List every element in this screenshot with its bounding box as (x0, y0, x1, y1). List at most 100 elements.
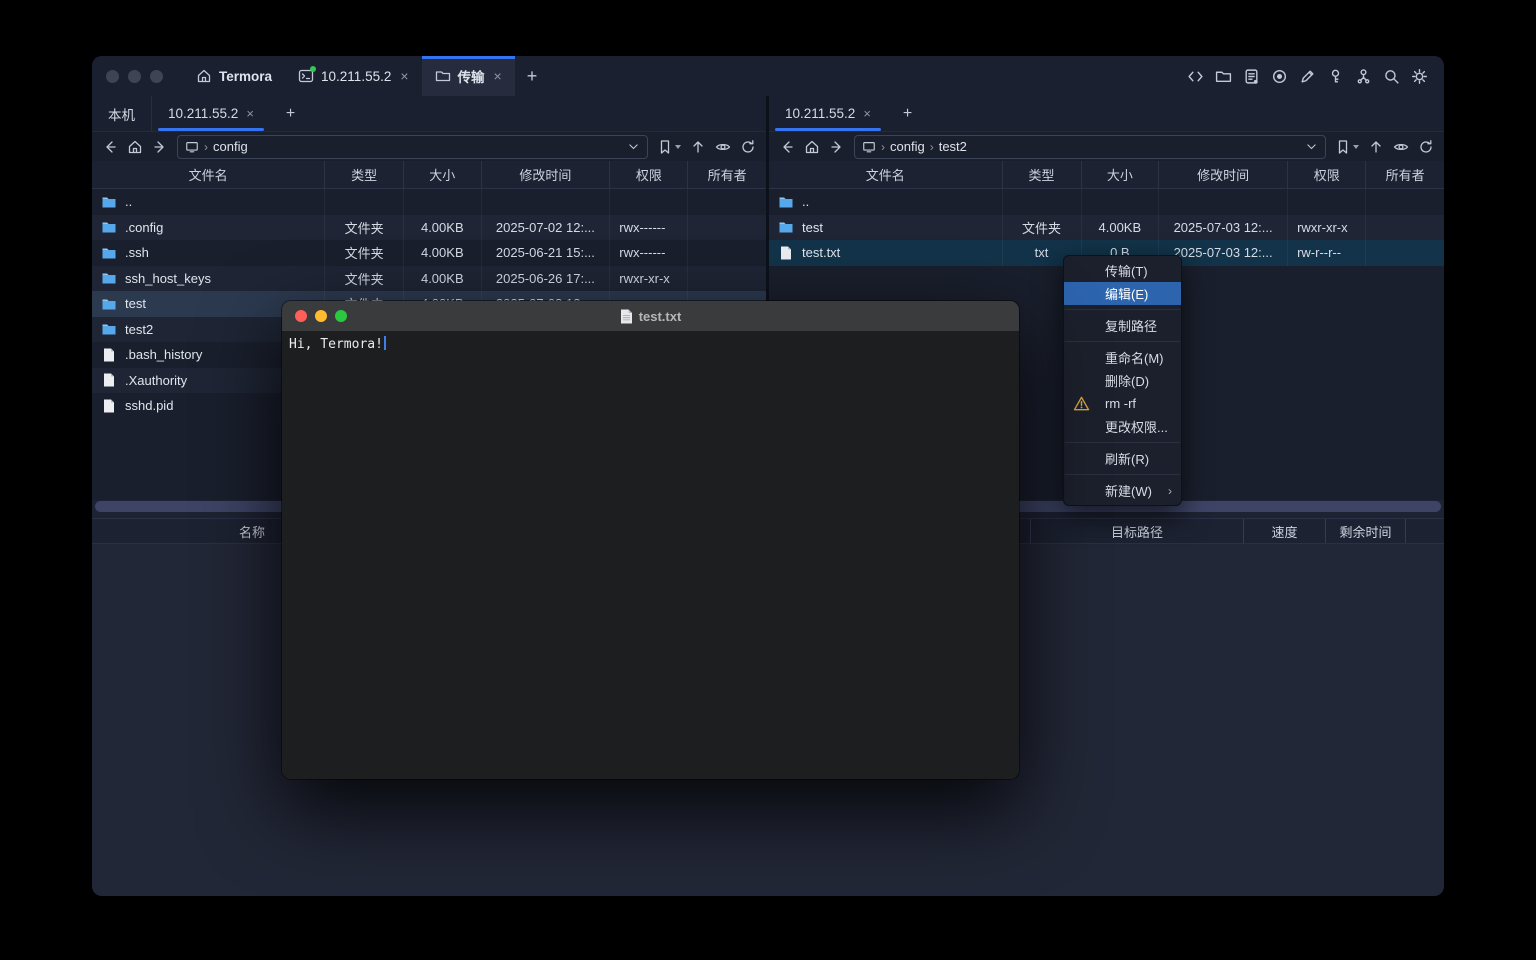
document-icon (620, 309, 633, 324)
key-icon[interactable] (1327, 68, 1344, 85)
home-icon[interactable] (804, 139, 820, 155)
column-header[interactable]: 文件名 (92, 161, 325, 188)
bookmark-control[interactable] (1335, 139, 1359, 155)
context-menu: 传输(T) 编辑(E) 复制路径 重命名(M) 删除(D) rm -rf 更改权… (1063, 255, 1182, 506)
new-tab-button[interactable]: + (515, 66, 550, 87)
left-path-combobox[interactable]: › config (177, 135, 648, 159)
column-header[interactable]: 修改时间 (482, 161, 611, 188)
folder-icon (778, 194, 794, 210)
editor-titlebar[interactable]: test.txt (282, 301, 1019, 331)
tab-ssh-session[interactable]: 10.211.55.2 × (285, 56, 422, 96)
file-row[interactable]: .config 文件夹4.00KB2025-07-02 12:...rwx---… (92, 215, 766, 241)
pencil-icon[interactable] (1299, 68, 1316, 85)
ssh-tab-label: 10.211.55.2 (321, 69, 391, 84)
connected-dot (310, 66, 316, 72)
editor-text: Hi, Termora! (289, 337, 383, 352)
back-icon[interactable] (102, 139, 118, 155)
menu-item-rm-rf[interactable]: rm -rf (1064, 392, 1181, 415)
right-add-tab-button[interactable]: + (887, 96, 928, 131)
close-icon[interactable]: × (400, 68, 408, 84)
column-header[interactable]: 大小 (404, 161, 482, 188)
column-header[interactable]: 所有者 (1366, 161, 1444, 188)
right-toolbar: › config › test2 (769, 132, 1444, 161)
forward-icon[interactable] (829, 139, 845, 155)
refresh-icon[interactable] (1418, 139, 1434, 155)
submenu-arrow-icon: › (1168, 484, 1172, 498)
menu-item-rename[interactable]: 重命名(M) (1064, 346, 1181, 369)
transfer-tab-label: 传输 (458, 66, 485, 86)
column-header[interactable]: 权限 (610, 161, 688, 188)
tab-transfer[interactable]: 传输 × (422, 56, 515, 96)
keychain-icon[interactable] (1355, 68, 1372, 85)
search-icon[interactable] (1383, 68, 1400, 85)
file-row-parent[interactable]: .. (769, 189, 1444, 215)
back-icon[interactable] (779, 139, 795, 155)
column-header[interactable]: 文件名 (769, 161, 1003, 188)
column-header[interactable]: 类型 (1003, 161, 1082, 188)
close-window-button[interactable] (106, 70, 119, 83)
menu-item-copy-path[interactable]: 复制路径 (1064, 314, 1181, 337)
tab-home[interactable]: Termora (183, 56, 285, 96)
close-icon[interactable]: × (494, 68, 502, 84)
column-header[interactable]: 权限 (1288, 161, 1366, 188)
close-icon[interactable]: × (246, 106, 254, 121)
menu-separator (1065, 442, 1180, 443)
tab-right-session[interactable]: 10.211.55.2 × (769, 96, 887, 131)
left-toolbar: › config (92, 132, 766, 161)
column-header[interactable]: 剩余时间 (1325, 519, 1405, 543)
upload-icon[interactable] (690, 139, 706, 155)
file-row[interactable]: test 文件夹4.00KB2025-07-03 12:...rwxr-xr-x (769, 215, 1444, 241)
home-icon[interactable] (127, 139, 143, 155)
show-hidden-icon[interactable] (1393, 139, 1409, 155)
column-header[interactable]: 所有者 (688, 161, 766, 188)
column-header[interactable]: 大小 (1082, 161, 1160, 188)
folder-icon[interactable] (1215, 68, 1232, 85)
column-header[interactable]: 目标路径 (1030, 519, 1243, 543)
folder-icon (435, 68, 451, 84)
tab-local[interactable]: 本机 (92, 96, 152, 131)
zoom-window-button[interactable] (335, 310, 347, 322)
file-row[interactable]: .ssh 文件夹4.00KB2025-06-21 15:...rwx------ (92, 240, 766, 266)
log-icon[interactable] (1243, 68, 1260, 85)
close-icon[interactable]: × (863, 106, 871, 121)
path-segment[interactable]: config (890, 139, 925, 154)
tab-left-session[interactable]: 10.211.55.2 × (152, 96, 270, 131)
editor-content[interactable]: Hi, Termora! (282, 331, 1019, 779)
close-window-button[interactable] (295, 310, 307, 322)
menu-item-delete[interactable]: 删除(D) (1064, 369, 1181, 392)
menu-item-refresh[interactable]: 刷新(R) (1064, 447, 1181, 470)
chevron-down-icon (675, 145, 681, 149)
menu-item-edit[interactable]: 编辑(E) (1064, 282, 1181, 305)
titlebar-actions (1187, 68, 1444, 85)
right-panel-tabs: 10.211.55.2 × + (769, 96, 1444, 132)
minimize-window-button[interactable] (128, 70, 141, 83)
menu-item-new[interactable]: 新建(W) › (1064, 479, 1181, 502)
path-segment[interactable]: test2 (939, 139, 967, 154)
file-row-parent[interactable]: .. (92, 189, 766, 215)
column-header[interactable]: 类型 (325, 161, 404, 188)
column-header[interactable]: 速度 (1243, 519, 1325, 543)
upload-icon[interactable] (1368, 139, 1384, 155)
chevron-down-icon[interactable] (1305, 140, 1318, 153)
right-path-combobox[interactable]: › config › test2 (854, 135, 1326, 159)
minimize-window-button[interactable] (315, 310, 327, 322)
bookmark-control[interactable] (657, 139, 681, 155)
zoom-window-button[interactable] (150, 70, 163, 83)
refresh-icon[interactable] (740, 139, 756, 155)
chevron-down-icon[interactable] (627, 140, 640, 153)
forward-icon[interactable] (152, 139, 168, 155)
path-segment[interactable]: config (213, 139, 248, 154)
gear-icon[interactable] (1411, 68, 1428, 85)
titlebar: Termora 10.211.55.2 × 传输 × + (92, 56, 1444, 97)
folder-icon (101, 194, 117, 210)
record-icon[interactable] (1271, 68, 1288, 85)
editor-window: test.txt Hi, Termora! (282, 301, 1019, 779)
file-row[interactable]: ssh_host_keys 文件夹4.00KB2025-06-26 17:...… (92, 266, 766, 292)
app-tab-label: Termora (219, 69, 272, 84)
show-hidden-icon[interactable] (715, 139, 731, 155)
menu-item-transfer[interactable]: 传输(T) (1064, 259, 1181, 282)
menu-item-change-permissions[interactable]: 更改权限... (1064, 415, 1181, 438)
column-header[interactable]: 修改时间 (1159, 161, 1288, 188)
code-icon[interactable] (1187, 68, 1204, 85)
left-add-tab-button[interactable]: + (270, 96, 311, 131)
